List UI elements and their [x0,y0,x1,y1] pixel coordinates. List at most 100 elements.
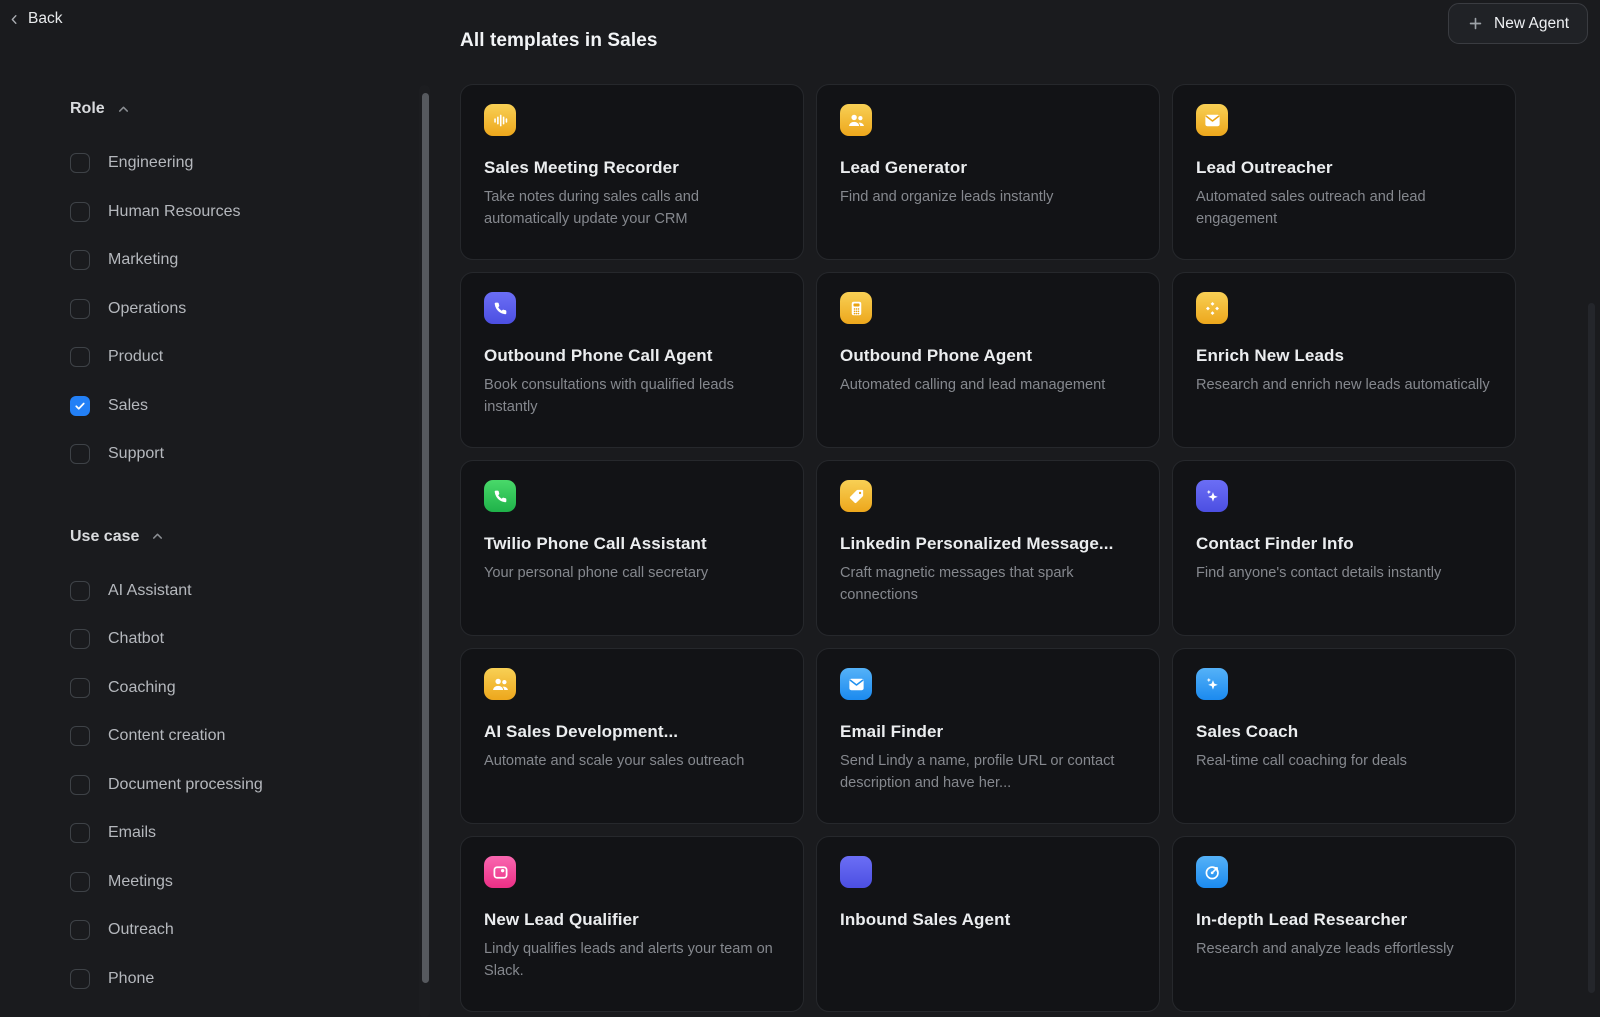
filter-row-role-1[interactable]: Human Resources [70,188,405,237]
card-title: Lead Generator [840,158,1136,178]
filter-label: Content creation [108,727,225,745]
use-case-section-header[interactable]: Use case [70,527,405,547]
envelope-icon [1196,104,1228,136]
card-description: Automated calling and lead management [840,374,1136,396]
template-card[interactable]: Contact Finder InfoFind anyone's contact… [1172,460,1516,636]
filter-row-role-6[interactable]: Support [70,430,405,479]
filter-row-use-case-8[interactable]: Phone [70,955,405,1004]
template-card[interactable]: New Lead QualifierLindy qualifies leads … [460,836,804,1012]
new-agent-button[interactable]: New Agent [1448,3,1588,44]
filter-sidebar: Role Engineering Human Resources Marketing… [70,99,405,1003]
checkbox[interactable] [70,347,90,367]
filter-label: Support [108,445,164,463]
sidebar-scrollbar-thumb[interactable] [422,93,429,983]
template-card[interactable]: Linkedin Personalized Message...Craft ma… [816,460,1160,636]
filter-label: Human Resources [108,203,241,221]
filter-label: Marketing [108,251,178,269]
card-description: Send Lindy a name, profile URL or contac… [840,750,1136,794]
card-title: Email Finder [840,722,1136,742]
card-title: Outbound Phone Call Agent [484,346,780,366]
filter-row-role-2[interactable]: Marketing [70,236,405,285]
filter-label: Emails [108,824,156,842]
role-section-header[interactable]: Role [70,99,405,119]
back-label: Back [28,10,62,28]
template-card[interactable]: Sales CoachReal-time call coaching for d… [1172,648,1516,824]
checkbox[interactable] [70,629,90,649]
filter-row-role-0[interactable]: Engineering [70,139,405,188]
card-description: Book consultations with qualified leads … [484,374,780,418]
card-title: Linkedin Personalized Message... [840,534,1136,554]
checkbox[interactable] [70,775,90,795]
filter-label: Coaching [108,679,176,697]
template-card[interactable]: AI Sales Development... Automate and scal… [460,648,804,824]
template-card[interactable]: Enrich New Leads Research and enrich new … [1172,272,1516,448]
template-card[interactable]: Lead GeneratorFind and organize leads in… [816,84,1160,260]
sparkles-icon [1196,668,1228,700]
checkbox[interactable] [70,250,90,270]
template-card[interactable]: Outbound Phone Call Agent Book consultati… [460,272,804,448]
checkbox[interactable] [70,969,90,989]
card-title: Sales Meeting Recorder [484,158,780,178]
people-icon [484,668,516,700]
template-card[interactable]: Outbound Phone Agent Automated calling an… [816,272,1160,448]
checkbox[interactable] [70,299,90,319]
checkbox[interactable] [70,444,90,464]
filter-row-use-case-7[interactable]: Outreach [70,906,405,955]
checkbox[interactable] [70,153,90,173]
filter-row-use-case-6[interactable]: Meetings [70,858,405,907]
filter-label: AI Assistant [108,582,192,600]
chevron-left-icon [8,13,21,26]
template-card[interactable]: Twilio Phone Call AssistantYour personal… [460,460,804,636]
checkbox[interactable] [70,726,90,746]
filter-label: Chatbot [108,630,164,648]
checkbox[interactable] [70,872,90,892]
filter-row-use-case-4[interactable]: Document processing [70,761,405,810]
role-section-label: Role [70,100,105,118]
card-description: Automated sales outreach and lead engage… [1196,186,1492,230]
card-title: New Lead Qualifier [484,910,780,930]
filter-row-use-case-5[interactable]: Emails [70,809,405,858]
filter-row-role-4[interactable]: Product [70,333,405,382]
card-description: Find anyone's contact details instantly [1196,562,1492,584]
page-title: All templates in Sales [460,30,658,52]
template-card[interactable]: Email Finder Send Lindy a name, profile U… [816,648,1160,824]
people-icon [840,104,872,136]
page-scrollbar-thumb[interactable] [1588,303,1595,993]
filter-row-role-3[interactable]: Operations [70,285,405,334]
use-case-section-label: Use case [70,528,139,546]
card-title: Sales Coach [1196,722,1492,742]
chat-bubble-icon [840,856,872,888]
new-agent-label: New Agent [1494,15,1569,33]
card-title: Twilio Phone Call Assistant [484,534,780,554]
back-button[interactable]: Back [8,10,62,28]
card-title: Enrich New Leads [1196,346,1492,366]
tag-icon [840,480,872,512]
filter-row-use-case-1[interactable]: Chatbot [70,615,405,664]
template-card[interactable]: Inbound Sales Agent [816,836,1160,1012]
filter-row-use-case-2[interactable]: Coaching [70,664,405,713]
filter-label: Engineering [108,154,193,172]
template-card[interactable]: Lead OutreacherAutomated sales outreach … [1172,84,1516,260]
photo-icon [484,856,516,888]
card-description: Automate and scale your sales outreach [484,750,780,772]
checkbox[interactable] [70,678,90,698]
target-arrow-icon [1196,856,1228,888]
filter-row-use-case-0[interactable]: AI Assistant [70,567,405,616]
checkbox[interactable] [70,920,90,940]
plus-icon [1467,15,1484,32]
filter-label: Document processing [108,776,263,794]
checkbox[interactable] [70,823,90,843]
checkbox[interactable] [70,581,90,601]
filter-row-role-5[interactable]: Sales [70,382,405,431]
card-description: Research and enrich new leads automatica… [1196,374,1492,396]
card-title: AI Sales Development... [484,722,780,742]
template-card[interactable]: Sales Meeting RecorderTake notes during … [460,84,804,260]
phone-icon [484,292,516,324]
checkbox[interactable] [70,202,90,222]
card-title: Outbound Phone Agent [840,346,1136,366]
filter-row-use-case-3[interactable]: Content creation [70,712,405,761]
template-card[interactable]: In-depth Lead ResearcherResearch and ana… [1172,836,1516,1012]
checkbox-checked[interactable] [70,396,90,416]
card-title: In-depth Lead Researcher [1196,910,1492,930]
diamonds-icon [1196,292,1228,324]
